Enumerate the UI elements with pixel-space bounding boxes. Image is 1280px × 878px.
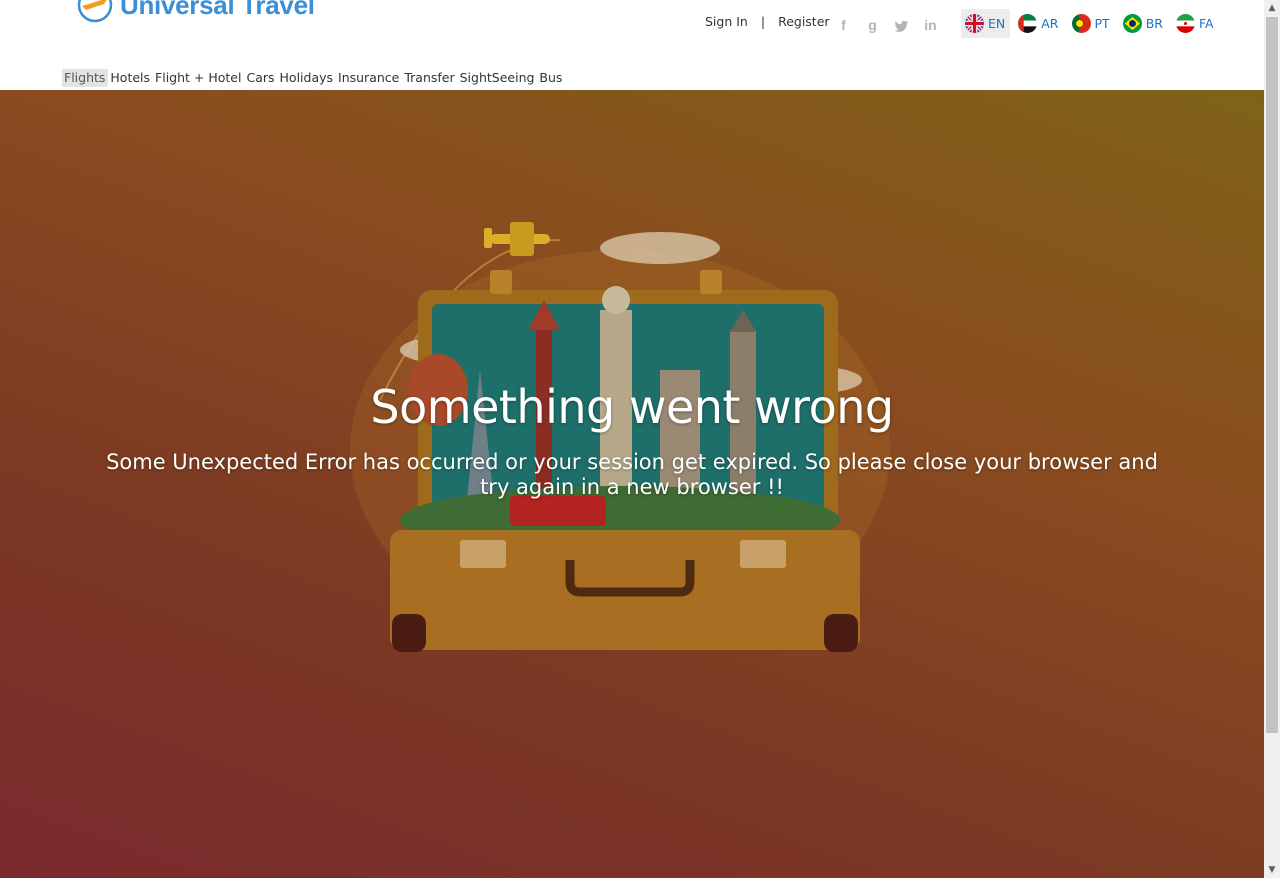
main-nav: Flights Hotels Flight + Hotel Cars Holid… <box>62 69 565 87</box>
social-links: f g in <box>836 16 938 34</box>
lang-fa-label: FA <box>1198 16 1214 31</box>
lang-fa[interactable]: FA <box>1172 9 1219 38</box>
nav-item-flight-hotel[interactable]: Flight + Hotel <box>153 69 244 87</box>
lang-pt[interactable]: PT <box>1068 9 1115 38</box>
uk-flag-icon <box>965 14 984 33</box>
nav-item-cars[interactable]: Cars <box>244 69 277 87</box>
sign-in-link[interactable]: Sign In <box>705 14 748 29</box>
nav-item-bus[interactable]: Bus <box>537 69 565 87</box>
error-title: Something went wrong <box>370 380 894 434</box>
auth-links: Sign In | Register <box>705 14 830 29</box>
uae-flag-icon <box>1018 14 1038 33</box>
nav-item-holidays[interactable]: Holidays <box>278 69 337 87</box>
language-switcher: EN AR PT BR FA <box>961 9 1219 38</box>
error-message: Some Unexpected Error has occurred or yo… <box>106 450 1158 499</box>
scroll-down-icon[interactable]: ▼ <box>1264 862 1280 878</box>
brazil-flag-icon <box>1122 14 1142 33</box>
nav-item-sightseeing[interactable]: SightSeeing <box>458 69 538 87</box>
brand-logo[interactable]: Universal Travel <box>76 0 315 24</box>
iran-flag-icon <box>1175 14 1195 33</box>
site-header: Universal Travel Sign In | Register f g … <box>0 0 1264 90</box>
globe-plane-icon <box>77 0 113 23</box>
error-hero: Something went wrong Some Unexpected Err… <box>0 90 1264 878</box>
register-link[interactable]: Register <box>778 14 829 29</box>
brand-name: Universal Travel <box>120 0 315 20</box>
google-icon[interactable]: g <box>865 16 880 34</box>
linkedin-icon[interactable]: in <box>923 16 938 34</box>
page-scrollbar[interactable]: ▲ ▼ <box>1264 0 1280 878</box>
twitter-icon[interactable] <box>894 16 909 34</box>
lang-ar-label: AR <box>1041 16 1059 31</box>
portugal-flag-icon <box>1071 14 1091 33</box>
lang-br[interactable]: BR <box>1119 9 1168 38</box>
nav-item-transfer[interactable]: Transfer <box>402 69 457 87</box>
suitcase-landmarks-illustration <box>350 222 890 652</box>
scroll-thumb[interactable] <box>1266 17 1278 733</box>
nav-item-hotels[interactable]: Hotels <box>108 69 153 87</box>
nav-item-flights[interactable]: Flights <box>62 69 109 87</box>
facebook-icon[interactable]: f <box>836 16 851 34</box>
lang-ar[interactable]: AR <box>1014 9 1063 38</box>
lang-br-label: BR <box>1145 16 1163 31</box>
nav-item-insurance[interactable]: Insurance <box>336 69 402 87</box>
lang-en[interactable]: EN <box>961 9 1011 38</box>
lang-en-label: EN <box>988 16 1006 31</box>
lang-pt-label: PT <box>1094 16 1110 31</box>
auth-separator: | <box>760 14 766 29</box>
scroll-up-icon[interactable]: ▲ <box>1264 0 1280 16</box>
